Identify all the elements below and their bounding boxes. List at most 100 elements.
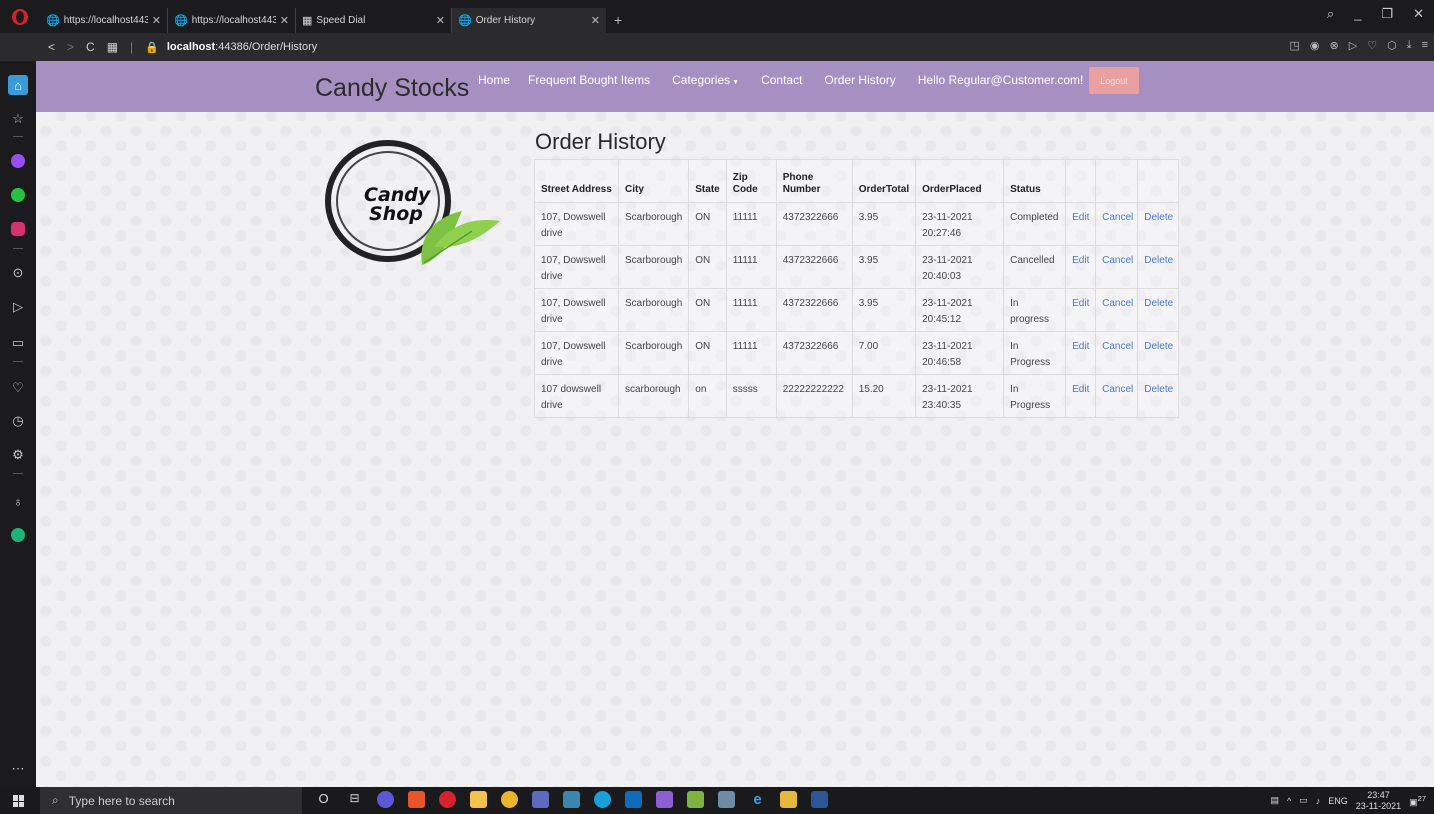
separator: | <box>130 40 134 54</box>
heart-icon[interactable]: ♡ <box>1367 39 1377 52</box>
brand-link[interactable]: Candy Stocks <box>315 74 469 103</box>
delete-link[interactable]: Delete <box>1137 288 1180 332</box>
task-view-icon[interactable]: ⊟ <box>346 791 363 808</box>
instagram-icon[interactable] <box>11 222 25 236</box>
nav-order-history[interactable]: Order History <box>824 73 895 87</box>
player-icon[interactable]: ⊙ <box>8 263 28 283</box>
new-tab-button[interactable]: + <box>614 8 622 33</box>
close-icon[interactable]: ✕ <box>436 14 445 27</box>
word-icon[interactable] <box>811 791 828 808</box>
edit-link[interactable]: Edit <box>1065 374 1097 418</box>
delete-link[interactable]: Delete <box>1137 245 1180 289</box>
restore-icon[interactable]: ❐ <box>1381 6 1393 22</box>
taskbar-search[interactable]: ⌕ Type here to search <box>40 787 302 814</box>
visual-studio-icon[interactable] <box>656 791 673 808</box>
col-state: State <box>688 159 727 203</box>
delete-link[interactable]: Delete <box>1137 374 1180 418</box>
history-icon[interactable]: ◷ <box>8 411 28 431</box>
logout-button[interactable]: Logout <box>1089 67 1139 94</box>
grid-icon[interactable]: ▦ <box>107 40 118 54</box>
cortana-icon[interactable]: O <box>315 791 332 808</box>
notification-icon[interactable]: ▣27 <box>1409 794 1426 808</box>
play-icon[interactable]: ▷ <box>1349 39 1357 52</box>
search-icon[interactable]: ⌕ <box>1327 6 1334 22</box>
cancel-link[interactable]: Cancel <box>1095 288 1139 332</box>
teams-icon[interactable] <box>532 791 549 808</box>
globe-icon: 🌐 <box>174 15 188 27</box>
cube-icon[interactable]: ⬡ <box>1387 39 1397 52</box>
table-row: 107, Dowswell drive Scarborough ON 11111 … <box>534 288 1180 332</box>
col-phone-number: Phone Number <box>775 159 853 203</box>
delete-link[interactable]: Delete <box>1137 202 1180 246</box>
camera-icon[interactable]: ◉ <box>1310 39 1320 52</box>
chevron-up-icon[interactable]: ^ <box>1287 796 1291 806</box>
sidebar-divider <box>13 248 23 249</box>
flow-icon[interactable]: ▷ <box>8 297 28 317</box>
nav-contact[interactable]: Contact <box>761 73 802 87</box>
app-icon[interactable] <box>563 791 580 808</box>
more-icon[interactable]: ⋯ <box>8 759 28 779</box>
caret-down-icon: ▼ <box>732 79 740 86</box>
star-icon[interactable]: ☆ <box>8 109 28 129</box>
network-icon[interactable]: ▭ <box>1299 795 1308 806</box>
tab-localhost-2[interactable]: 🌐 https://localhost44386/Sh ✕ <box>168 8 296 33</box>
cancel-link[interactable]: Cancel <box>1095 374 1139 418</box>
nav-home[interactable]: Home <box>478 73 510 87</box>
logo-text-shop: Shop <box>369 203 423 225</box>
messenger-icon[interactable] <box>11 154 25 168</box>
opera-logo-icon[interactable] <box>12 9 28 25</box>
volume-icon[interactable]: ♪ <box>1316 796 1321 806</box>
tab-speed-dial[interactable]: ▦ Speed Dial ✕ <box>296 8 452 33</box>
table-row: 107, Dowswell drive Scarborough ON 11111 … <box>534 202 1180 246</box>
close-icon[interactable]: ✕ <box>280 14 289 27</box>
cancel-link[interactable]: Cancel <box>1095 245 1139 289</box>
internet-explorer-icon[interactable]: e <box>749 791 766 808</box>
heart-icon[interactable]: ♡ <box>8 378 28 398</box>
clock[interactable]: 23:47 23-11-2021 <box>1356 790 1401 812</box>
app-icon[interactable] <box>780 791 797 808</box>
tab-order-history[interactable]: 🌐 Order History ✕ <box>452 8 606 33</box>
keyboard-icon[interactable]: ▤ <box>1270 795 1279 806</box>
close-icon[interactable]: ✕ <box>591 14 600 27</box>
office-icon[interactable] <box>408 791 425 808</box>
edit-link[interactable]: Edit <box>1065 245 1097 289</box>
delete-link[interactable]: Delete <box>1137 331 1180 375</box>
minimize-icon[interactable]: _ <box>1354 6 1361 22</box>
cancel-link[interactable]: Cancel <box>1095 202 1139 246</box>
nav-frequent-bought-items[interactable]: Frequent Bought Items <box>528 73 650 87</box>
close-window-icon[interactable]: ✕ <box>1413 6 1424 22</box>
cancel-link[interactable]: Cancel <box>1095 331 1139 375</box>
app-icon[interactable] <box>377 791 394 808</box>
tab-localhost-1[interactable]: 🌐 https://localhost44386/Sh ✕ <box>40 8 168 33</box>
opera-icon[interactable] <box>439 791 456 808</box>
edit-link[interactable]: Edit <box>1065 202 1097 246</box>
shield-icon[interactable]: ⊗ <box>1330 39 1339 52</box>
forward-icon[interactable]: > <box>67 40 74 54</box>
file-explorer-icon[interactable] <box>470 791 487 808</box>
edit-link[interactable]: Edit <box>1065 331 1097 375</box>
speed-dial-icon: ▦ <box>302 15 313 27</box>
edit-link[interactable]: Edit <box>1065 288 1097 332</box>
extension-icon[interactable] <box>11 528 25 542</box>
snapshot-icon[interactable]: ◳ <box>1290 39 1300 52</box>
settings-icon[interactable]: ⚙ <box>8 445 28 465</box>
wallet-icon[interactable]: ▭ <box>8 333 28 353</box>
language-indicator[interactable]: ENG <box>1328 796 1348 806</box>
user-greeting[interactable]: Hello Regular@Customer.com! <box>918 73 1084 87</box>
bulb-icon[interactable]: ♁ <box>8 491 28 511</box>
download-icon[interactable]: ⤓ <box>1407 39 1412 52</box>
whatsapp-icon[interactable] <box>11 188 25 202</box>
url-field[interactable]: 🔒 localhost:44386/Order/History <box>145 41 317 54</box>
paint-icon[interactable] <box>718 791 735 808</box>
windows-start-icon[interactable] <box>13 795 25 807</box>
reload-icon[interactable]: C <box>86 40 95 54</box>
nav-categories-dropdown[interactable]: Categories ▼ <box>672 73 739 87</box>
edge-icon[interactable] <box>594 791 611 808</box>
home-icon[interactable]: ⌂ <box>8 75 28 95</box>
outlook-icon[interactable] <box>625 791 642 808</box>
back-icon[interactable]: < <box>48 40 55 54</box>
menu-icon[interactable]: ≡ <box>1422 39 1428 52</box>
close-icon[interactable]: ✕ <box>152 14 161 27</box>
app-icon[interactable] <box>687 791 704 808</box>
chrome-icon[interactable] <box>501 791 518 808</box>
